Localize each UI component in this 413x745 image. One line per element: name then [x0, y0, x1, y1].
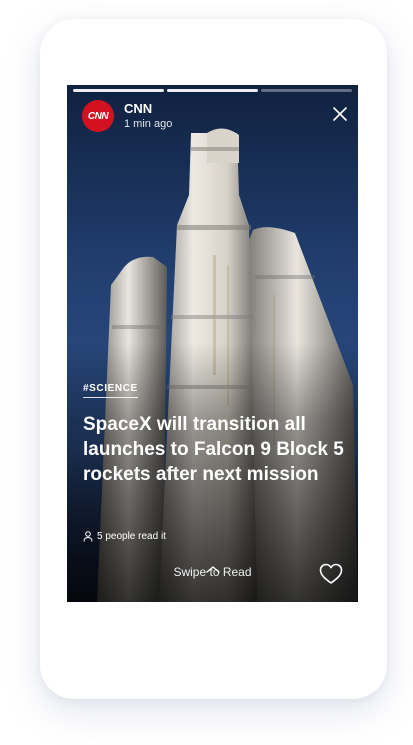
story-header: CNN CNN 1 min ago: [82, 100, 172, 132]
page-background: CNN CNN 1 min ago #SCIENCE SpaceX will t…: [0, 0, 413, 745]
story-headline: SpaceX will transition all launches to F…: [83, 414, 344, 485]
story-progress-bar: [73, 89, 352, 92]
readers-count: 5 people read it: [83, 531, 166, 542]
source-avatar[interactable]: CNN: [82, 100, 114, 132]
close-icon[interactable]: [332, 106, 348, 122]
source-meta: CNN 1 min ago: [124, 101, 173, 131]
source-logo-text: CNN: [87, 110, 109, 122]
category-tag[interactable]: #SCIENCE: [83, 383, 138, 398]
heart-icon[interactable]: [319, 563, 343, 585]
person-icon: [83, 531, 93, 542]
progress-segment: [167, 89, 258, 92]
source-name[interactable]: CNN: [124, 101, 172, 116]
story-screen[interactable]: CNN CNN 1 min ago #SCIENCE SpaceX will t…: [67, 85, 358, 602]
swipe-to-read[interactable]: Swipe to Read: [67, 565, 358, 579]
readers-count-label: 5 people read it: [97, 531, 166, 542]
progress-segment: [261, 89, 352, 92]
progress-segment: [73, 89, 164, 92]
post-time: 1 min ago: [124, 118, 173, 131]
